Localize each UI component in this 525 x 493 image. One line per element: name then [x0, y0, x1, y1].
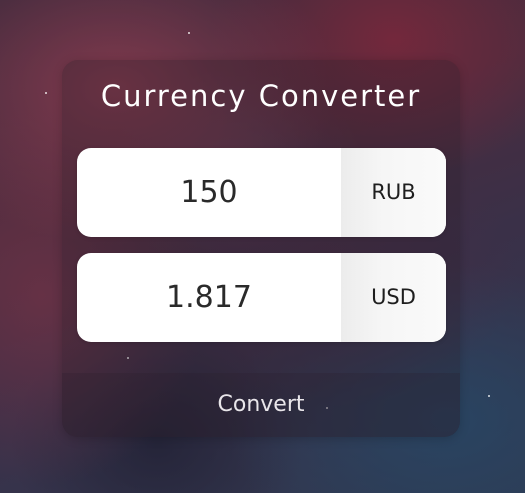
target-amount-input[interactable]: [77, 253, 341, 342]
background-sparkle: [45, 92, 47, 94]
app-title: Currency Converter: [100, 79, 422, 113]
source-currency-selector[interactable]: RUB: [341, 148, 446, 237]
source-currency-row: RUB: [77, 148, 446, 237]
background-sparkle: [188, 32, 190, 34]
target-currency-row: USD: [77, 253, 446, 342]
converter-card: Currency Converter RUB USD Convert: [62, 60, 460, 437]
source-amount-input[interactable]: [77, 148, 341, 237]
convert-button[interactable]: Convert: [62, 373, 460, 437]
background-sparkle: [488, 395, 490, 397]
target-currency-selector[interactable]: USD: [341, 253, 446, 342]
